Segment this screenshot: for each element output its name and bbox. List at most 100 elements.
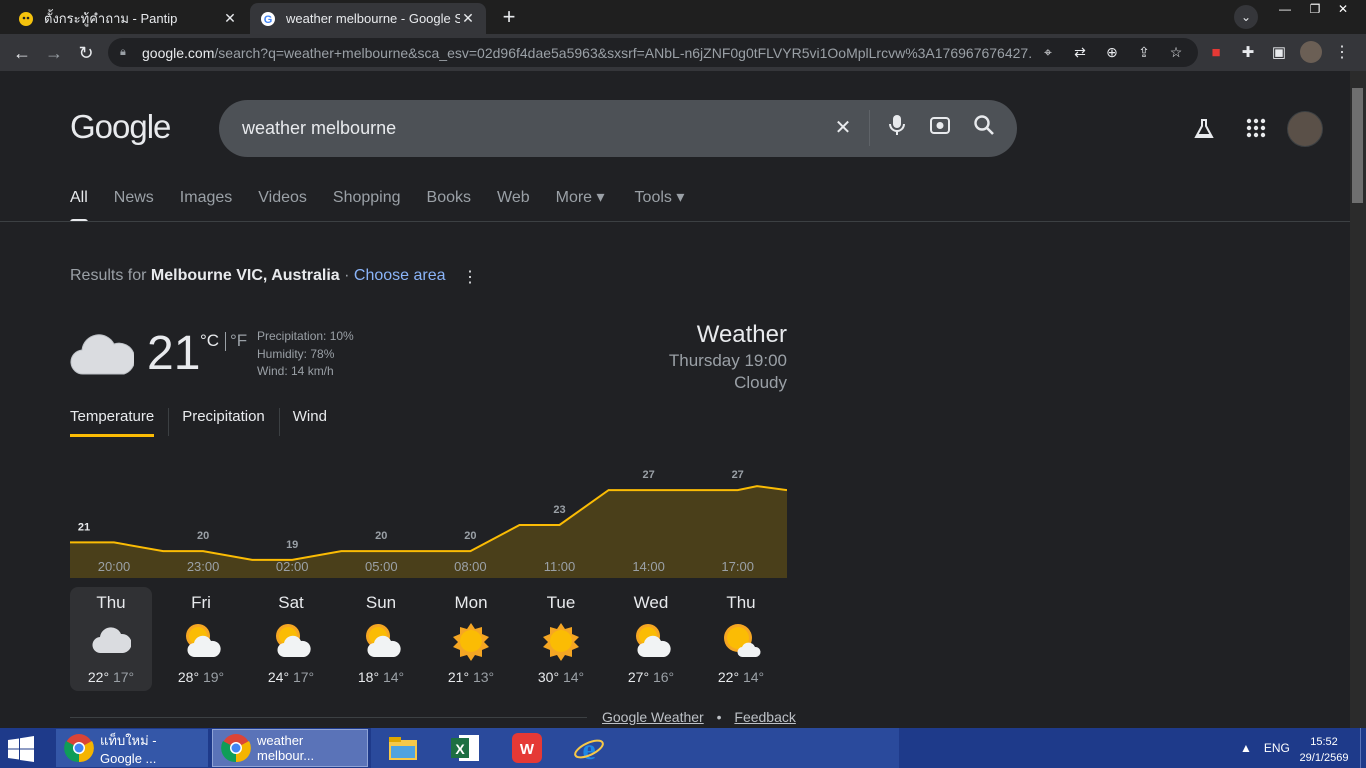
weather-title: Weather bbox=[696, 321, 787, 348]
address-bar[interactable]: 🔒︎ google.com/search?q=weather+melbourne… bbox=[108, 38, 1198, 67]
clock-date: 29/1/2569 bbox=[1299, 752, 1349, 764]
metric-tab-temperature[interactable]: Temperature bbox=[70, 408, 168, 437]
show-desktop-button[interactable] bbox=[1360, 728, 1366, 768]
forecast-temps: 22° 14° bbox=[700, 669, 782, 685]
clear-icon[interactable]: ✕ bbox=[829, 114, 857, 142]
browser-toolbar: ← → ↻ 🔒︎ google.com/search?q=weather+mel… bbox=[0, 34, 1366, 71]
daily-forecast: Thu 22° 17° Fri 28° 19° Sat 24° 17° Sun 18° 14°… bbox=[70, 587, 790, 691]
tab-search-button[interactable]: ⌄ bbox=[1234, 5, 1258, 29]
tab-close-icon[interactable]: ✕ bbox=[460, 10, 476, 27]
partly-cloudy-icon bbox=[271, 621, 311, 661]
chart-tick-label: 23:00 bbox=[186, 559, 220, 574]
cloudy-icon bbox=[70, 328, 136, 378]
google-weather-link[interactable]: Google Weather bbox=[602, 709, 704, 725]
scrollbar-thumb[interactable] bbox=[1352, 88, 1363, 203]
tab-web[interactable]: Web bbox=[497, 188, 530, 222]
feedback-link[interactable]: Feedback bbox=[734, 709, 795, 725]
internet-explorer-icon[interactable]: e bbox=[573, 732, 605, 764]
restore-button[interactable]: ❐ bbox=[1300, 0, 1330, 18]
taskbar-chrome-weather[interactable]: weather melbour... bbox=[212, 729, 368, 767]
voice-search-icon[interactable] bbox=[883, 114, 911, 142]
translate-icon[interactable]: ⇄ bbox=[1070, 42, 1090, 62]
forecast-temps: 24° 17° bbox=[250, 669, 332, 685]
excel-icon[interactable]: X bbox=[449, 732, 481, 764]
mostly-sunny-icon bbox=[721, 621, 761, 661]
forecast-day[interactable]: Sat 24° 17° bbox=[250, 587, 332, 691]
taskbar-item-label: แท็บใหม่ - Google ... bbox=[100, 733, 157, 766]
google-apps-icon[interactable] bbox=[1244, 117, 1268, 141]
google-logo[interactable]: Google bbox=[70, 108, 171, 146]
side-panel-icon[interactable]: ▣ bbox=[1269, 43, 1289, 63]
account-avatar[interactable] bbox=[1287, 111, 1323, 147]
search-box[interactable]: weather melbourne ✕ bbox=[219, 100, 1017, 157]
tab-pantip[interactable]: ตั้งกระทู้คำถาม - Pantip ✕ bbox=[8, 3, 248, 34]
close-window-button[interactable]: ✕ bbox=[1328, 0, 1358, 18]
forecast-day[interactable]: Tue 30° 14° bbox=[520, 587, 602, 691]
forecast-temps: 28° 19° bbox=[160, 669, 242, 685]
forecast-low: 19° bbox=[202, 669, 225, 685]
forecast-day[interactable]: Thu 22° 17° bbox=[70, 587, 152, 691]
svg-text:X: X bbox=[455, 741, 465, 757]
forward-arrow-icon[interactable]: → bbox=[42, 41, 66, 65]
forecast-low: 13° bbox=[472, 669, 495, 685]
forecast-day[interactable]: Wed 27° 16° bbox=[610, 587, 692, 691]
forecast-day[interactable]: Fri 28° 19° bbox=[160, 587, 242, 691]
wps-office-icon[interactable]: W bbox=[511, 732, 543, 764]
more-options-icon[interactable]: ⋮ bbox=[462, 267, 478, 287]
tab-more[interactable]: More ▾ bbox=[556, 188, 605, 222]
file-explorer-icon[interactable] bbox=[387, 732, 419, 764]
chrome-icon bbox=[64, 734, 94, 763]
windows-start-icon[interactable] bbox=[6, 736, 40, 762]
share-icon[interactable]: ⇪ bbox=[1134, 42, 1154, 62]
tab-tools[interactable]: Tools ▾ bbox=[635, 188, 685, 222]
reload-icon[interactable]: ↻ bbox=[74, 41, 98, 65]
results-location: Results for Melbourne VIC, Australia · C… bbox=[70, 267, 446, 284]
language-indicator[interactable]: ENG bbox=[1264, 741, 1290, 755]
lens-search-icon[interactable] bbox=[926, 114, 954, 142]
tab-google-weather[interactable]: G weather melbourne - Google Sea ✕ bbox=[250, 3, 486, 34]
tab-news[interactable]: News bbox=[114, 188, 154, 222]
weather-details: Precipitation: 10% Humidity: 78% Wind: 1… bbox=[257, 328, 354, 381]
search-icon[interactable] bbox=[970, 114, 998, 142]
metric-tab-wind[interactable]: Wind bbox=[278, 408, 341, 436]
system-clock[interactable]: 15:52 29/1/2569 bbox=[1296, 734, 1352, 766]
extension-red-icon[interactable]: ■ bbox=[1206, 43, 1226, 63]
location-name: Melbourne VIC, Australia bbox=[150, 267, 340, 284]
forecast-day[interactable]: Thu 22° 14° bbox=[700, 587, 782, 691]
zoom-icon[interactable]: ⊕ bbox=[1102, 42, 1122, 62]
forecast-day[interactable]: Sun 18° 14° bbox=[340, 587, 422, 691]
minimize-button[interactable]: — bbox=[1270, 0, 1300, 18]
forecast-low: 17° bbox=[112, 669, 135, 685]
tab-books[interactable]: Books bbox=[427, 188, 471, 222]
forecast-day[interactable]: Mon 21° 13° bbox=[430, 587, 512, 691]
search-divider bbox=[869, 110, 870, 146]
tab-all[interactable]: All bbox=[70, 188, 88, 222]
tab-close-icon[interactable]: ✕ bbox=[222, 10, 238, 27]
new-tab-button[interactable]: + bbox=[497, 6, 521, 30]
metric-tab-precipitation[interactable]: Precipitation bbox=[168, 408, 279, 436]
google-favicon-icon: G bbox=[260, 11, 276, 27]
forecast-low: 17° bbox=[292, 669, 315, 685]
fahrenheit-toggle[interactable]: °F bbox=[230, 331, 247, 351]
browser-profile-avatar[interactable] bbox=[1300, 41, 1322, 63]
footer-divider bbox=[70, 717, 587, 718]
chart-tick-label: 05:00 bbox=[365, 559, 398, 574]
location-pin-icon[interactable]: ⌖ bbox=[1038, 42, 1058, 62]
choose-area-link[interactable]: Choose area bbox=[354, 267, 446, 284]
labs-flask-icon[interactable] bbox=[1192, 117, 1216, 141]
browser-menu-icon[interactable]: ⋮ bbox=[1334, 43, 1350, 63]
tab-videos[interactable]: Videos bbox=[258, 188, 307, 222]
extensions-puzzle-icon[interactable]: ✚ bbox=[1238, 43, 1258, 63]
tab-shopping[interactable]: Shopping bbox=[333, 188, 401, 222]
google-results-page: Google weather melbourne ✕ All News Images… bbox=[0, 71, 1350, 728]
celsius-toggle[interactable]: °C bbox=[200, 331, 219, 351]
clock-time: 15:52 bbox=[1310, 736, 1338, 748]
taskbar-chrome-new-tab[interactable]: แท็บใหม่ - Google ... bbox=[56, 729, 208, 767]
back-arrow-icon[interactable]: ← bbox=[10, 41, 34, 65]
chart-data-label: 20 bbox=[375, 530, 387, 542]
bookmark-star-icon[interactable]: ☆ bbox=[1166, 42, 1186, 62]
forecast-low: 14° bbox=[562, 669, 585, 685]
chrome-icon bbox=[221, 734, 251, 763]
tray-chevron-icon[interactable]: ▲ bbox=[1240, 741, 1252, 755]
tab-images[interactable]: Images bbox=[180, 188, 232, 222]
